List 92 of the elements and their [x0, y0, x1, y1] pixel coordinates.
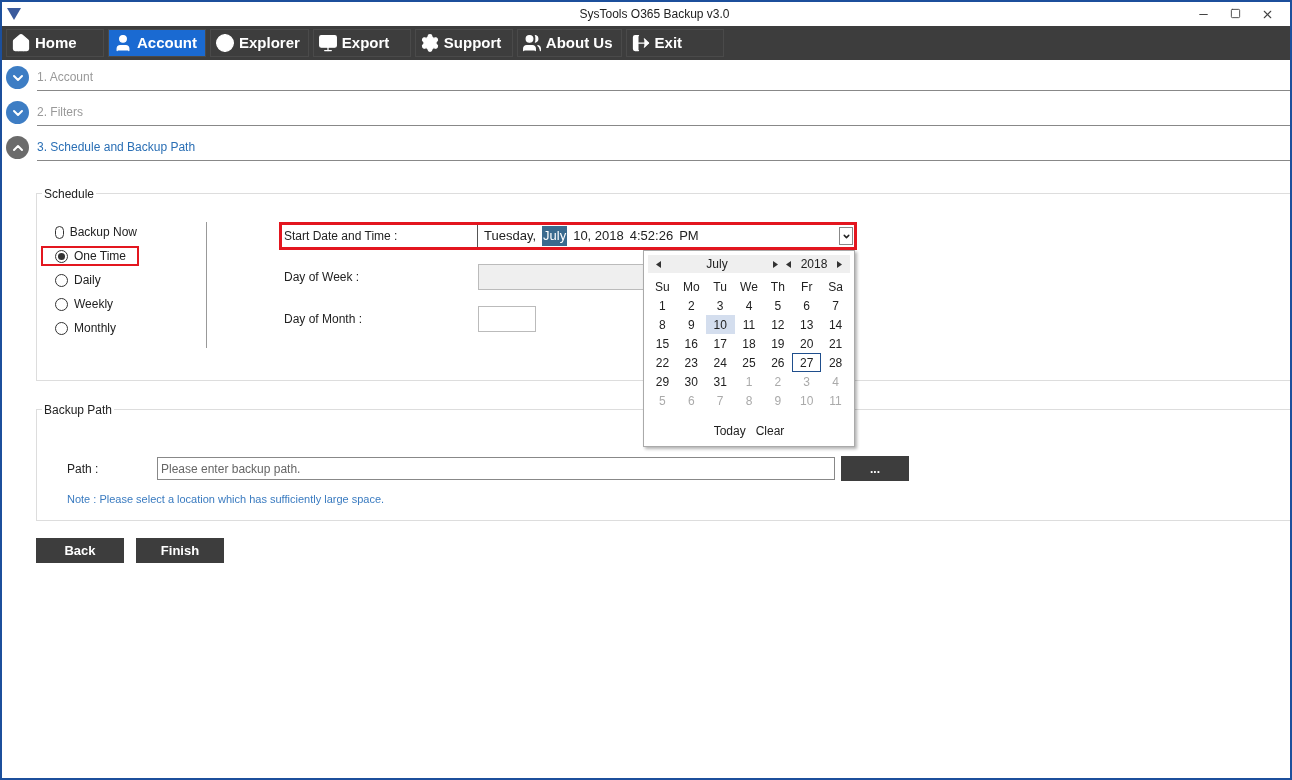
step-toggle[interactable]	[6, 136, 29, 159]
date-segment[interactable]: 10, 2018	[573, 226, 624, 246]
radio-label: One Time	[74, 248, 127, 265]
calendar-day[interactable]: 31	[705, 372, 735, 391]
step-title[interactable]: 3. Schedule and Backup Path	[37, 138, 196, 156]
calendar-day[interactable]: 30	[676, 372, 706, 391]
calendar-day[interactable]: 23	[676, 353, 706, 372]
radio-button[interactable]	[55, 225, 64, 239]
radio-button[interactable]	[55, 249, 68, 263]
calendar-day[interactable]: 10	[705, 315, 735, 334]
home-icon	[11, 33, 31, 53]
calendar-day[interactable]: 29	[648, 372, 677, 391]
users-icon	[521, 33, 542, 53]
date-segment[interactable]: 4:52:26	[629, 226, 674, 246]
calendar-day[interactable]: 24	[705, 353, 735, 372]
exit-icon	[630, 33, 651, 53]
step-toggle[interactable]	[6, 66, 29, 89]
window-title: SysTools O365 Backup v3.0	[578, 6, 731, 23]
year-label[interactable]: 2018	[792, 255, 836, 273]
nav-button[interactable]: Back	[36, 538, 124, 563]
toolbar-tab[interactable]: Account	[108, 29, 206, 57]
calendar-day[interactable]: 14	[821, 315, 850, 334]
calendar-link[interactable]: Clear	[755, 422, 785, 440]
calendar-day[interactable]: 21	[821, 334, 850, 353]
calendar-day[interactable]: 1	[648, 296, 677, 315]
calendar-day[interactable]: 18	[734, 334, 764, 353]
weekday-label: Tu	[712, 278, 728, 296]
toolbar-tab[interactable]: Exit	[625, 29, 724, 57]
calendar-day[interactable]: 4	[734, 296, 764, 315]
calendar-day[interactable]: 26	[763, 353, 793, 372]
field-label: Path :	[67, 460, 100, 478]
radio-label: Daily	[74, 272, 101, 289]
previous-month-icon[interactable]	[656, 260, 662, 268]
weekday-label: Su	[654, 278, 671, 296]
browse-button[interactable]: ...	[841, 456, 909, 481]
date-segment[interactable]: PM	[679, 226, 699, 246]
monitor-icon	[317, 33, 338, 53]
calendar-day[interactable]: 8	[648, 315, 677, 334]
calendar-day[interactable]: 27	[792, 353, 822, 372]
day-of-month-field[interactable]	[478, 306, 536, 332]
calendar-day[interactable]: 16	[676, 334, 706, 353]
date-time-picker[interactable]: Tuesday, July 10, 2018 4:52:26 PM	[478, 225, 854, 247]
dropdown-button[interactable]	[839, 227, 853, 245]
calendar-day[interactable]: 9	[676, 315, 706, 334]
calendar-day[interactable]: 25	[734, 353, 764, 372]
note-text: Note : Please select a location which has sufficiently large space.	[67, 492, 386, 507]
weekday-label: Th	[769, 278, 786, 296]
weekday-label: Fr	[800, 278, 814, 296]
radio-button[interactable]	[55, 273, 68, 287]
toolbar-tab[interactable]: About Us	[516, 29, 622, 57]
shield-logo-icon	[6, 7, 22, 21]
calendar-day[interactable]: 6	[792, 296, 822, 315]
calendar-day[interactable]: 3	[705, 296, 735, 315]
gear-icon	[419, 33, 440, 53]
field-label: Start Date and Time :	[282, 225, 478, 247]
toolbar-tab[interactable]: Explorer	[210, 29, 309, 57]
calendar-day[interactable]: 2	[676, 296, 706, 315]
radio-button[interactable]	[55, 321, 68, 335]
nav-button[interactable]: Finish	[136, 538, 224, 563]
next-month-icon[interactable]	[772, 260, 778, 268]
calendar-day[interactable]: 13	[792, 315, 822, 334]
weekday-label: We	[739, 278, 759, 296]
radio-label: Weekly	[74, 296, 114, 313]
date-segment[interactable]: Tuesday,	[484, 226, 537, 246]
date-segment[interactable]: July	[542, 226, 568, 246]
radio-button[interactable]	[55, 297, 68, 311]
radio-label: Backup Now	[69, 224, 137, 241]
weekday-label: Mo	[681, 278, 701, 296]
calendar-day[interactable]: 5	[763, 296, 793, 315]
calendar-day[interactable]: 17	[705, 334, 735, 353]
calendar-link[interactable]: Today	[713, 422, 746, 440]
calendar-day[interactable]: 12	[763, 315, 793, 334]
field-label: Day of Week :	[283, 269, 361, 286]
calendar-day[interactable]: 28	[821, 353, 850, 372]
toolbar-tab[interactable]: Home	[6, 29, 104, 57]
path-field[interactable]: Please enter backup path.	[157, 457, 835, 480]
calendar-day[interactable]: 7	[821, 296, 850, 315]
maximize-icon[interactable]	[1230, 7, 1241, 19]
calendar-day[interactable]: 20	[792, 334, 822, 353]
next-year-icon[interactable]	[836, 260, 842, 268]
toolbar-tab[interactable]: Support	[414, 29, 513, 57]
weekday-label: Sa	[827, 278, 844, 296]
calendar-day[interactable]: 22	[648, 353, 677, 372]
previous-year-icon[interactable]	[786, 260, 792, 268]
field-label: Day of Month :	[283, 311, 364, 328]
toolbar-tab[interactable]: Export	[312, 29, 411, 57]
month-label[interactable]: July	[662, 255, 772, 273]
calendar-day[interactable]: 15	[648, 334, 677, 353]
calendar-day[interactable]: 11	[734, 315, 764, 334]
calendar-day[interactable]: 19	[763, 334, 793, 353]
step-toggle[interactable]	[6, 101, 29, 124]
radio-label: Monthly	[74, 320, 117, 337]
